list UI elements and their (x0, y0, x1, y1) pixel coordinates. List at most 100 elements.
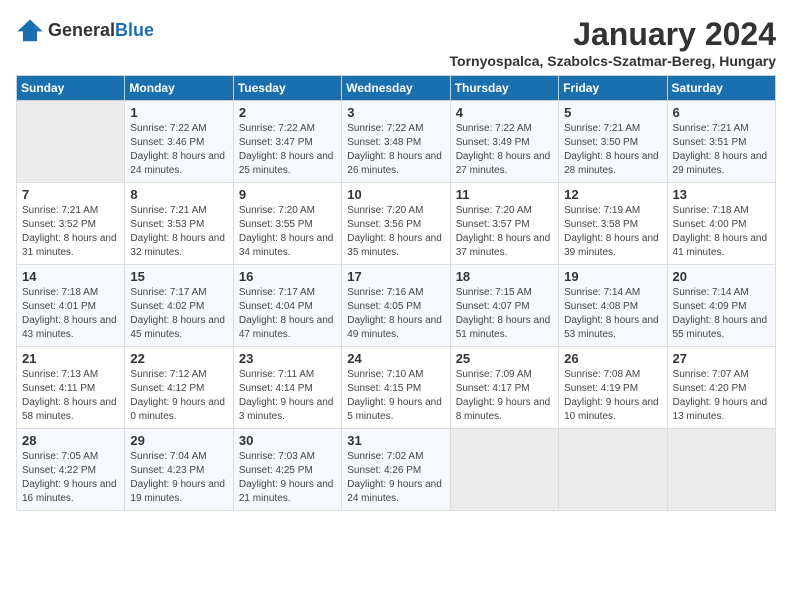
day-info: Sunrise: 7:18 AMSunset: 4:01 PMDaylight:… (22, 286, 119, 342)
calendar-cell: 19 Sunrise: 7:14 AMSunset: 4:08 PMDayligh… (559, 265, 667, 347)
day-number: 13 (673, 187, 770, 202)
day-info: Sunrise: 7:17 AMSunset: 4:04 PMDaylight:… (239, 286, 336, 342)
weekday-header-saturday: Saturday (667, 76, 775, 101)
calendar-cell: 13Sunrise: 7:18 AMSunset: 4:00 PMDayligh… (667, 183, 775, 265)
calendar-table: SundayMondayTuesdayWednesdayThursdayFrid… (16, 75, 776, 511)
day-number: 9 (239, 187, 336, 202)
logo: GeneralBlue (16, 16, 154, 44)
calendar-cell: 3 Sunrise: 7:22 AMSunset: 3:48 PMDaylight… (342, 101, 450, 183)
day-info: Sunrise: 7:09 AMSunset: 4:17 PMDaylight:… (456, 368, 553, 424)
day-info: Sunrise: 7:21 AMSunset: 3:53 PMDaylight:… (130, 204, 227, 260)
calendar-cell: 25 Sunrise: 7:09 AMSunset: 4:17 PMDayligh… (450, 347, 558, 429)
day-info: Sunrise: 7:05 AMSunset: 4:22 PMDaylight:… (22, 450, 119, 506)
day-info: Sunrise: 7:21 AMSunset: 3:52 PMDaylight:… (22, 204, 119, 260)
calendar-cell: 12Sunrise: 7:19 AMSunset: 3:58 PMDayligh… (559, 183, 667, 265)
month-title: January 2024 (450, 16, 777, 53)
calendar-cell: 11 Sunrise: 7:20 AMSunset: 3:57 PMDayligh… (450, 183, 558, 265)
calendar-cell: 8 Sunrise: 7:21 AMSunset: 3:53 PMDaylight… (125, 183, 233, 265)
calendar-week-row: 21 Sunrise: 7:13 AMSunset: 4:11 PMDayligh… (17, 347, 776, 429)
calendar-cell: 9 Sunrise: 7:20 AMSunset: 3:55 PMDaylight… (233, 183, 341, 265)
calendar-cell: 31Sunrise: 7:02 AMSunset: 4:26 PMDayligh… (342, 429, 450, 511)
day-number: 20 (673, 269, 770, 284)
day-info: Sunrise: 7:22 AMSunset: 3:47 PMDaylight:… (239, 122, 336, 178)
day-info: Sunrise: 7:08 AMSunset: 4:19 PMDaylight:… (564, 368, 661, 424)
day-number: 30 (239, 433, 336, 448)
weekday-header-sunday: Sunday (17, 76, 125, 101)
day-number: 10 (347, 187, 444, 202)
calendar-cell: 29 Sunrise: 7:04 AMSunset: 4:23 PMDayligh… (125, 429, 233, 511)
day-number: 29 (130, 433, 227, 448)
calendar-cell: 1 Sunrise: 7:22 AMSunset: 3:46 PMDaylight… (125, 101, 233, 183)
calendar-week-row: 28 Sunrise: 7:05 AMSunset: 4:22 PMDayligh… (17, 429, 776, 511)
calendar-cell: 28 Sunrise: 7:05 AMSunset: 4:22 PMDayligh… (17, 429, 125, 511)
day-number: 2 (239, 105, 336, 120)
weekday-header-friday: Friday (559, 76, 667, 101)
weekday-header-tuesday: Tuesday (233, 76, 341, 101)
day-info: Sunrise: 7:15 AMSunset: 4:07 PMDaylight:… (456, 286, 553, 342)
calendar-cell: 10 Sunrise: 7:20 AMSunset: 3:56 PMDayligh… (342, 183, 450, 265)
calendar-cell: 21 Sunrise: 7:13 AMSunset: 4:11 PMDayligh… (17, 347, 125, 429)
calendar-cell: 5Sunrise: 7:21 AMSunset: 3:50 PMDaylight… (559, 101, 667, 183)
day-number: 1 (130, 105, 227, 120)
day-info: Sunrise: 7:14 AMSunset: 4:08 PMDaylight:… (564, 286, 661, 342)
calendar-cell: 24 Sunrise: 7:10 AMSunset: 4:15 PMDayligh… (342, 347, 450, 429)
calendar-cell: 18 Sunrise: 7:15 AMSunset: 4:07 PMDayligh… (450, 265, 558, 347)
day-number: 4 (456, 105, 553, 120)
calendar-cell: 17 Sunrise: 7:16 AMSunset: 4:05 PMDayligh… (342, 265, 450, 347)
day-number: 28 (22, 433, 119, 448)
calendar-cell: 22Sunrise: 7:12 AMSunset: 4:12 PMDayligh… (125, 347, 233, 429)
weekday-header-monday: Monday (125, 76, 233, 101)
logo-text-general: General (48, 20, 115, 40)
weekday-header-row: SundayMondayTuesdayWednesdayThursdayFrid… (17, 76, 776, 101)
logo-text-blue: Blue (115, 20, 154, 40)
calendar-cell: 6 Sunrise: 7:21 AMSunset: 3:51 PMDaylight… (667, 101, 775, 183)
calendar-cell: 30 Sunrise: 7:03 AMSunset: 4:25 PMDayligh… (233, 429, 341, 511)
day-info: Sunrise: 7:07 AMSunset: 4:20 PMDaylight:… (673, 368, 770, 424)
calendar-cell: 16Sunrise: 7:17 AMSunset: 4:04 PMDayligh… (233, 265, 341, 347)
calendar-cell: 7Sunrise: 7:21 AMSunset: 3:52 PMDaylight… (17, 183, 125, 265)
calendar-week-row: 1 Sunrise: 7:22 AMSunset: 3:46 PMDaylight… (17, 101, 776, 183)
calendar-cell (17, 101, 125, 183)
day-info: Sunrise: 7:14 AMSunset: 4:09 PMDaylight:… (673, 286, 770, 342)
logo-icon (16, 16, 44, 44)
day-info: Sunrise: 7:10 AMSunset: 4:15 PMDaylight:… (347, 368, 444, 424)
day-info: Sunrise: 7:13 AMSunset: 4:11 PMDaylight:… (22, 368, 119, 424)
day-info: Sunrise: 7:16 AMSunset: 4:05 PMDaylight:… (347, 286, 444, 342)
day-info: Sunrise: 7:20 AMSunset: 3:56 PMDaylight:… (347, 204, 444, 260)
calendar-cell (450, 429, 558, 511)
calendar-cell: 23Sunrise: 7:11 AMSunset: 4:14 PMDayligh… (233, 347, 341, 429)
day-info: Sunrise: 7:22 AMSunset: 3:48 PMDaylight:… (347, 122, 444, 178)
day-number: 18 (456, 269, 553, 284)
day-info: Sunrise: 7:17 AMSunset: 4:02 PMDaylight:… (130, 286, 227, 342)
weekday-header-wednesday: Wednesday (342, 76, 450, 101)
calendar-cell (559, 429, 667, 511)
day-number: 8 (130, 187, 227, 202)
day-info: Sunrise: 7:19 AMSunset: 3:58 PMDaylight:… (564, 204, 661, 260)
weekday-header-thursday: Thursday (450, 76, 558, 101)
day-number: 21 (22, 351, 119, 366)
day-number: 3 (347, 105, 444, 120)
calendar-cell: 20 Sunrise: 7:14 AMSunset: 4:09 PMDayligh… (667, 265, 775, 347)
day-info: Sunrise: 7:21 AMSunset: 3:51 PMDaylight:… (673, 122, 770, 178)
calendar-cell: 2 Sunrise: 7:22 AMSunset: 3:47 PMDaylight… (233, 101, 341, 183)
day-number: 6 (673, 105, 770, 120)
day-number: 24 (347, 351, 444, 366)
day-info: Sunrise: 7:03 AMSunset: 4:25 PMDaylight:… (239, 450, 336, 506)
day-number: 25 (456, 351, 553, 366)
day-info: Sunrise: 7:21 AMSunset: 3:50 PMDaylight:… (564, 122, 661, 178)
calendar-cell: 4Sunrise: 7:22 AMSunset: 3:49 PMDaylight… (450, 101, 558, 183)
day-info: Sunrise: 7:04 AMSunset: 4:23 PMDaylight:… (130, 450, 227, 506)
day-info: Sunrise: 7:12 AMSunset: 4:12 PMDaylight:… (130, 368, 227, 424)
calendar-cell (667, 429, 775, 511)
day-number: 14 (22, 269, 119, 284)
day-number: 19 (564, 269, 661, 284)
day-info: Sunrise: 7:22 AMSunset: 3:46 PMDaylight:… (130, 122, 227, 178)
calendar-cell: 27 Sunrise: 7:07 AMSunset: 4:20 PMDayligh… (667, 347, 775, 429)
day-number: 27 (673, 351, 770, 366)
title-area: January 2024 Tornyospalca, Szabolcs-Szat… (450, 16, 777, 69)
location-title: Tornyospalca, Szabolcs-Szatmar-Bereg, Hu… (450, 53, 777, 69)
day-info: Sunrise: 7:20 AMSunset: 3:57 PMDaylight:… (456, 204, 553, 260)
day-number: 17 (347, 269, 444, 284)
day-number: 11 (456, 187, 553, 202)
day-info: Sunrise: 7:20 AMSunset: 3:55 PMDaylight:… (239, 204, 336, 260)
